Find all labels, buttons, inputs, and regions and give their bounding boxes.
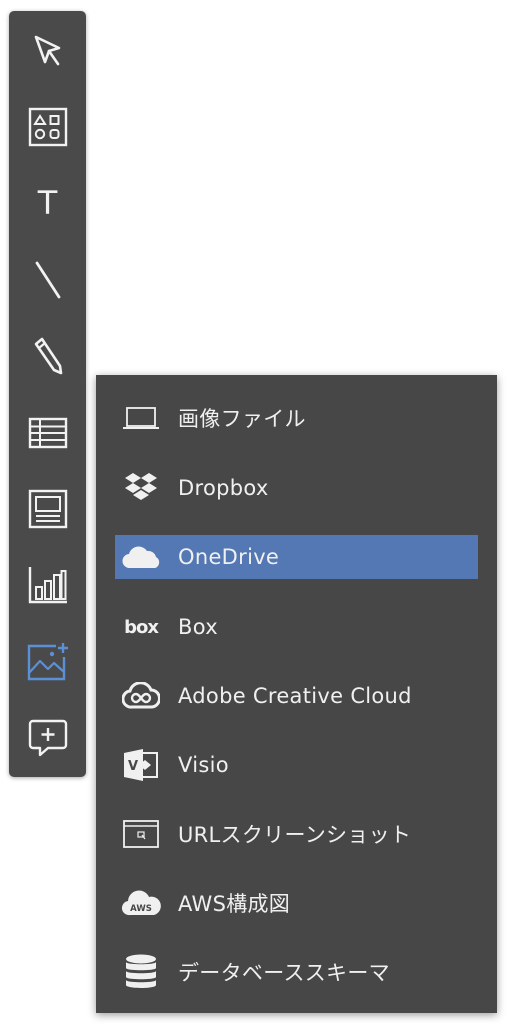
shapes-icon (28, 107, 68, 147)
comment-add-icon (28, 718, 68, 758)
menu-item-label: OneDrive (178, 545, 280, 569)
menu-item-label: Dropbox (178, 476, 269, 500)
dropbox-icon (121, 468, 161, 508)
image-file-icon (121, 398, 161, 438)
menu-item-visio[interactable]: V Visio (115, 743, 478, 787)
line-icon (32, 260, 64, 300)
table-icon (28, 417, 68, 449)
menu-item-label: AWS構成図 (178, 892, 291, 916)
aws-cloud-icon: AWS (121, 883, 161, 923)
image-add-icon (27, 641, 69, 683)
bar-chart-icon (27, 565, 69, 605)
menu-item-aws-diagram[interactable]: AWS AWS構成図 (115, 881, 478, 925)
visio-icon: V (121, 745, 161, 785)
menu-item-dropbox[interactable]: Dropbox (115, 466, 478, 510)
menu-item-image-file[interactable]: 画像ファイル (115, 396, 478, 440)
menu-item-label: Box (178, 615, 218, 639)
onedrive-cloud-icon (121, 537, 161, 577)
menu-item-onedrive[interactable]: OneDrive (115, 535, 478, 579)
image-tool-button[interactable] (9, 630, 86, 694)
line-tool-button[interactable] (9, 248, 86, 312)
menu-item-label: Adobe Creative Cloud (178, 684, 412, 708)
chart-tool-button[interactable] (9, 553, 86, 617)
browser-window-icon (121, 814, 161, 854)
box-logo-icon: box (121, 607, 161, 647)
menu-item-label: URLスクリーンショット (178, 823, 412, 847)
menu-item-label: Visio (178, 753, 229, 777)
menu-item-url-screenshot[interactable]: URLスクリーンショット (115, 812, 478, 856)
page: T 画像ファイル Dropbox OneDrive box Box Adobe … (0, 0, 507, 1024)
card-tool-button[interactable] (9, 477, 86, 541)
menu-item-label: データベーススキーマ (178, 961, 390, 985)
text-icon: T (37, 184, 58, 222)
image-source-menu: 画像ファイル Dropbox OneDrive box Box Adobe Cr… (96, 375, 497, 1013)
vertical-toolbar: T (9, 11, 86, 777)
creative-cloud-icon (121, 676, 161, 716)
database-icon (121, 952, 161, 992)
menu-item-database-schema[interactable]: データベーススキーマ (115, 950, 478, 994)
menu-item-label: 画像ファイル (178, 407, 306, 431)
menu-item-adobe-creative-cloud[interactable]: Adobe Creative Cloud (115, 674, 478, 718)
comment-tool-button[interactable] (9, 706, 86, 770)
select-tool-button[interactable] (9, 19, 86, 83)
cursor-icon (32, 34, 64, 68)
pencil-icon (30, 336, 66, 376)
table-tool-button[interactable] (9, 401, 86, 465)
menu-item-box[interactable]: box Box (115, 605, 478, 649)
shapes-tool-button[interactable] (9, 95, 86, 159)
visio-logo-letter: V (128, 759, 138, 774)
card-icon (28, 489, 68, 529)
pen-tool-button[interactable] (9, 324, 86, 388)
text-tool-button[interactable]: T (9, 171, 86, 235)
aws-logo-text: AWS (130, 904, 152, 914)
box-logo-text: box (124, 616, 159, 638)
